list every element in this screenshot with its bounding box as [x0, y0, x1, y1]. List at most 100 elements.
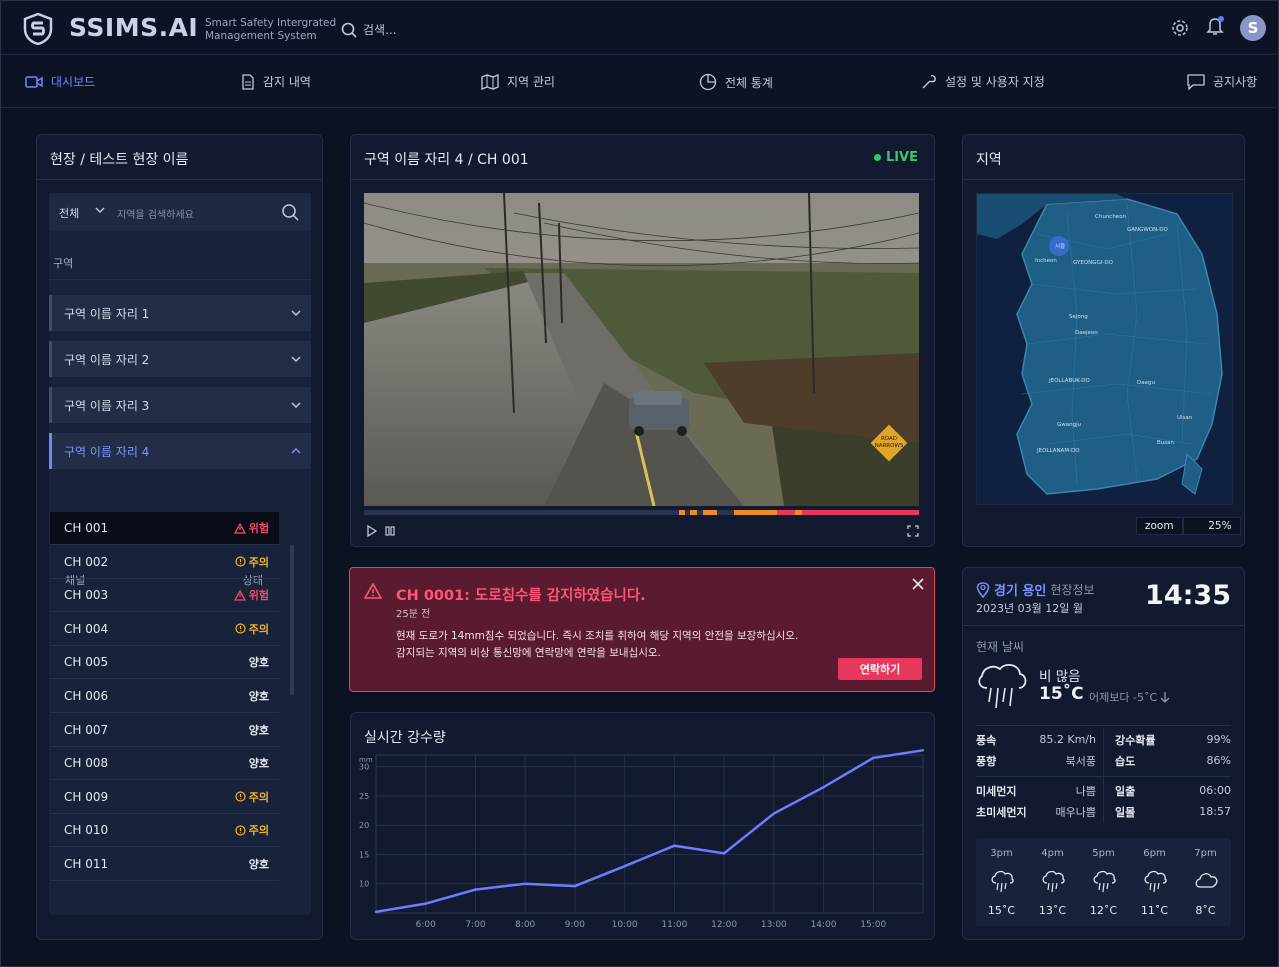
- chevron-down-icon[interactable]: [95, 206, 105, 214]
- zoom-control[interactable]: zoom 25%: [1136, 517, 1241, 535]
- channel-status-label: 양호: [248, 757, 269, 771]
- channel-row[interactable]: CH 009 주의: [50, 781, 279, 814]
- timeline-event[interactable]: [703, 510, 717, 515]
- global-search[interactable]: 검색...: [341, 21, 397, 38]
- weather-panel: 경기 용인 현장정보 2023년 03월 12일 월 14:35 현재 날씨 비…: [962, 567, 1245, 940]
- timeline-event[interactable]: [795, 510, 802, 515]
- document-icon: [242, 73, 254, 90]
- caution-icon: [235, 791, 246, 802]
- video-panel: 구역 이름 자리 4 / CH 001 LIVE ROAD NARROWS: [350, 134, 935, 547]
- weather-stat: 일출 06:00: [1115, 780, 1231, 801]
- zone-section-label: 구역: [53, 257, 74, 270]
- channel-row[interactable]: CH 001 위험: [50, 512, 279, 545]
- rain-icon: [1093, 870, 1116, 893]
- timeline-event[interactable]: [734, 510, 777, 515]
- logo-icon[interactable]: [23, 13, 53, 45]
- video-title: 구역 이름 자리 4 / CH 001: [364, 152, 529, 168]
- x-tick-label: 9:00: [565, 920, 585, 930]
- map-label: GANGWON-DO: [1127, 227, 1169, 233]
- channel-status: 위험: [233, 520, 269, 536]
- timeline-event[interactable]: [690, 510, 697, 515]
- zone-item-2[interactable]: 구역 이름 자리 2: [49, 341, 311, 377]
- channel-row[interactable]: CH 004 주의: [50, 613, 279, 646]
- rainfall-line-chart: 10 15 20 25 30mm 6:00 7:00 8:00 9:00 10:00 11:00 12…: [359, 749, 925, 930]
- hour-label: 5pm: [1092, 848, 1115, 859]
- channel-row[interactable]: CH 006 양호: [50, 680, 279, 713]
- play-icon[interactable]: [366, 525, 378, 537]
- rainfall-data-point: [424, 902, 427, 905]
- channel-name: CH 010: [64, 823, 109, 838]
- channel-row[interactable]: CH 007 양호: [50, 714, 279, 747]
- weather-location: 경기 용인 현장정보: [976, 580, 1095, 599]
- pause-icon[interactable]: [384, 525, 396, 537]
- fullscreen-icon[interactable]: [907, 525, 919, 537]
- channel-status: 주의: [235, 554, 269, 570]
- gear-icon[interactable]: [1170, 18, 1190, 38]
- stat-value: 나쁨: [1075, 784, 1096, 798]
- timeline-event[interactable]: [679, 510, 685, 515]
- rainfall-data-point: [921, 749, 925, 752]
- zone-item-4[interactable]: 구역 이름 자리 4: [49, 433, 311, 469]
- divider: [963, 179, 1244, 180]
- stat-label: 풍향: [976, 754, 997, 768]
- zone-item-1[interactable]: 구역 이름 자리 1: [49, 295, 311, 331]
- stat-label: 습도: [1115, 754, 1136, 768]
- stat-value: 06:00: [1199, 784, 1231, 797]
- x-tick-label: 12:00: [711, 920, 737, 930]
- map-label: Ulsan: [1177, 415, 1193, 421]
- rainfall-data-point: [623, 864, 626, 868]
- channel-row[interactable]: CH 005 양호: [50, 646, 279, 680]
- channel-status: 양호: [249, 688, 269, 704]
- search-icon: [341, 22, 357, 38]
- site-panel-title: 현장 / 테스트 현장 이름: [50, 152, 189, 168]
- stat-value: 북서풍: [1065, 754, 1096, 768]
- search-icon[interactable]: [281, 203, 299, 221]
- avatar[interactable]: S: [1240, 15, 1266, 41]
- nav-dashboard[interactable]: 대시보드: [25, 73, 95, 90]
- brand-tagline: Smart Safety Intergrated Management Syst…: [205, 17, 337, 42]
- cctv-video-frame[interactable]: ROAD NARROWS: [364, 193, 919, 506]
- video-timeline[interactable]: [364, 510, 919, 515]
- wrench-icon: [922, 74, 936, 88]
- map-label: GYEONGGI-DO: [1073, 260, 1114, 266]
- zone-item-3[interactable]: 구역 이름 자리 3: [49, 387, 311, 423]
- channel-row[interactable]: CH 011 양호: [50, 848, 279, 881]
- timeline-event[interactable]: [802, 510, 919, 515]
- channel-status-label: 양호: [248, 656, 269, 670]
- channel-status: 양호: [249, 856, 269, 872]
- nav-region-management[interactable]: 지역 관리: [481, 73, 555, 90]
- channel-name: CH 001: [64, 521, 109, 535]
- warning-icon: [364, 583, 382, 599]
- sign-text-2: NARROWS: [875, 443, 904, 449]
- close-icon[interactable]: [912, 578, 924, 590]
- region-map[interactable]: 서울 Chuncheon GANGWON-DO GYEONGGI-DO Inch…: [976, 193, 1233, 505]
- cloud-icon: [1195, 873, 1218, 888]
- nav-statistics[interactable]: 전체 통계: [699, 73, 773, 91]
- nav-notices[interactable]: 공지사항: [1187, 73, 1257, 90]
- notification-button[interactable]: [1206, 16, 1224, 40]
- channel-name: CH 009: [64, 789, 109, 804]
- channel-row[interactable]: CH 003 위험: [50, 579, 279, 613]
- chevron-down-icon: [291, 402, 301, 408]
- hour-icon: [1040, 868, 1066, 898]
- channel-row[interactable]: CH 002 주의: [50, 546, 279, 579]
- rainfall-data-point: [523, 882, 527, 885]
- channel-row[interactable]: CH 010 주의: [50, 814, 279, 848]
- scrollbar[interactable]: [290, 545, 294, 695]
- nav-detection-history[interactable]: 감지 내역: [241, 73, 311, 90]
- stat-label: 일몰: [1115, 805, 1136, 819]
- chevron-down-icon: [291, 356, 301, 362]
- region-filter-select[interactable]: 전체: [59, 205, 79, 221]
- channel-status-label: 주의: [248, 824, 269, 838]
- contact-button[interactable]: 연락하기: [838, 658, 922, 680]
- x-tick-label: 13:00: [761, 920, 787, 930]
- warning-icon: [233, 589, 246, 601]
- region-search-input[interactable]: 지역을 검색하세요: [117, 206, 194, 221]
- hour-label: 7pm: [1194, 848, 1217, 859]
- weather-subtitle: 현장정보: [1050, 583, 1095, 597]
- channel-status: 주의: [235, 789, 269, 805]
- nav-settings[interactable]: 설정 및 사용자 지정: [921, 73, 1045, 90]
- channel-row[interactable]: CH 008 양호: [50, 747, 279, 781]
- zoom-value[interactable]: 25%: [1182, 517, 1241, 535]
- timeline-event[interactable]: [777, 510, 795, 515]
